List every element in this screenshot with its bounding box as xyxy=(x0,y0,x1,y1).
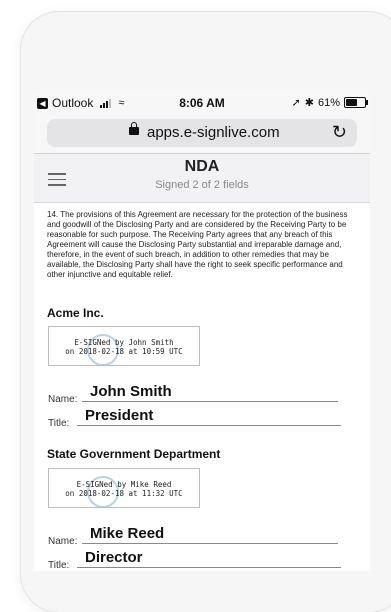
app-header: NDA Signed 2 of 2 fields xyxy=(34,154,370,203)
e-signature-box[interactable]: E-SIGNed by John Smith on 2018-02-18 at … xyxy=(48,326,200,366)
signing-progress: Signed 2 of 2 fields xyxy=(155,179,249,191)
title-label: Title: xyxy=(48,560,70,571)
name-field[interactable]: John Smith xyxy=(82,383,338,402)
bluetooth-icon: ✱ xyxy=(304,97,314,109)
title-field[interactable]: Director xyxy=(77,549,341,568)
title-value: President xyxy=(85,407,154,424)
document-body: 14. The provisions of this Agreement are… xyxy=(34,203,370,571)
reload-icon[interactable]: ↻ xyxy=(332,122,347,143)
battery-percent: 61% xyxy=(317,96,340,109)
name-label: Name: xyxy=(48,394,78,405)
address-bar[interactable]: apps.e-signlive.com ↻ xyxy=(47,119,357,147)
title-value: Director xyxy=(85,549,143,566)
e-signature-text: E-SIGNed by John Smith on 2018-02-18 at … xyxy=(65,338,183,356)
name-label: Name: xyxy=(48,536,78,547)
name-field[interactable]: Mike Reed xyxy=(82,525,338,544)
status-bar: ◀ Outlook ≈ 8:06 AM ➚ ✱ 61% xyxy=(34,91,370,115)
name-value: Mike Reed xyxy=(90,525,165,542)
browser-bar: apps.e-signlive.com ↻ xyxy=(34,115,370,154)
e-signature-box[interactable]: E-SIGNed by Mike Reed on 2018-02-18 at 1… xyxy=(48,468,200,508)
phone-screen: ◀ Outlook ≈ 8:06 AM ➚ ✱ 61% apps.e-signl… xyxy=(34,91,370,571)
e-signature-text: E-SIGNed by Mike Reed on 2018-02-18 at 1… xyxy=(65,480,183,498)
party-name: Acme Inc. xyxy=(47,306,104,320)
lock-icon xyxy=(129,122,139,135)
agreement-paragraph: 14. The provisions of this Agreement are… xyxy=(47,210,348,279)
title-label: Title: xyxy=(48,418,70,429)
battery-icon xyxy=(344,97,368,108)
title-field[interactable]: President xyxy=(77,407,341,426)
party-name: State Government Department xyxy=(47,447,221,461)
page-title: NDA xyxy=(184,158,220,175)
url-text: apps.e-signlive.com xyxy=(147,124,280,141)
name-value: John Smith xyxy=(90,383,172,400)
status-right: ➚ ✱ 61% xyxy=(291,96,368,109)
location-icon: ➚ xyxy=(291,97,301,109)
